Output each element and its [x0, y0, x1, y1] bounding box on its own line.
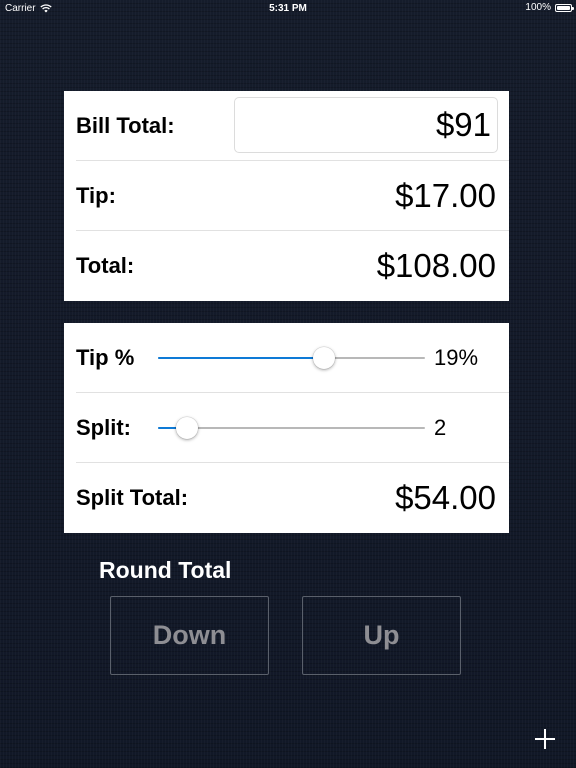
status-bar: Carrier 5:31 PM 100%: [0, 0, 576, 18]
split-total-row: Split Total: $54.00: [64, 463, 509, 533]
tip-percent-slider-thumb[interactable]: [312, 347, 335, 369]
split-row: Split: 2: [64, 393, 509, 463]
status-time: 5:31 PM: [269, 3, 307, 14]
tip-percent-slider-fill: [158, 357, 324, 359]
total-row: Total: $108.00: [64, 231, 509, 301]
round-total-title: Round Total: [99, 557, 232, 583]
bill-total-row: Bill Total:: [64, 91, 509, 161]
battery-fill: [557, 5, 570, 10]
total-amount: $108.00: [376, 247, 496, 284]
plus-icon[interactable]: [535, 729, 555, 749]
bill-total-label: Bill Total:: [76, 113, 175, 138]
tip-amount: $17.00: [395, 177, 496, 214]
battery-icon: [555, 3, 574, 12]
tip-label: Tip:: [76, 183, 116, 208]
split-slider-thumb[interactable]: [176, 417, 199, 439]
round-down-button[interactable]: Down: [110, 596, 269, 675]
tip-percent-slider[interactable]: [158, 347, 425, 369]
tip-percent-value: 19%: [434, 345, 479, 370]
bill-summary-card: Bill Total: Tip: $17.00 Total: $108.00: [64, 91, 509, 301]
split-slider-track[interactable]: [158, 427, 425, 429]
split-card: Tip % 19% Split: 2 Split Total: $54.00: [64, 323, 509, 533]
status-right: 100%: [525, 2, 574, 13]
split-slider[interactable]: [158, 417, 425, 439]
battery-percent: 100%: [525, 2, 551, 13]
tip-percent-row: Tip % 19%: [64, 323, 509, 393]
total-label: Total:: [76, 253, 135, 278]
split-total-label: Split Total:: [76, 485, 189, 510]
round-up-button[interactable]: Up: [302, 596, 461, 675]
split-label: Split:: [76, 415, 131, 440]
tip-row: Tip: $17.00: [64, 161, 509, 231]
tip-percent-label: Tip %: [76, 345, 135, 370]
split-total-amount: $54.00: [395, 479, 496, 516]
split-value: 2: [434, 415, 447, 440]
bill-total-input[interactable]: [234, 97, 498, 153]
